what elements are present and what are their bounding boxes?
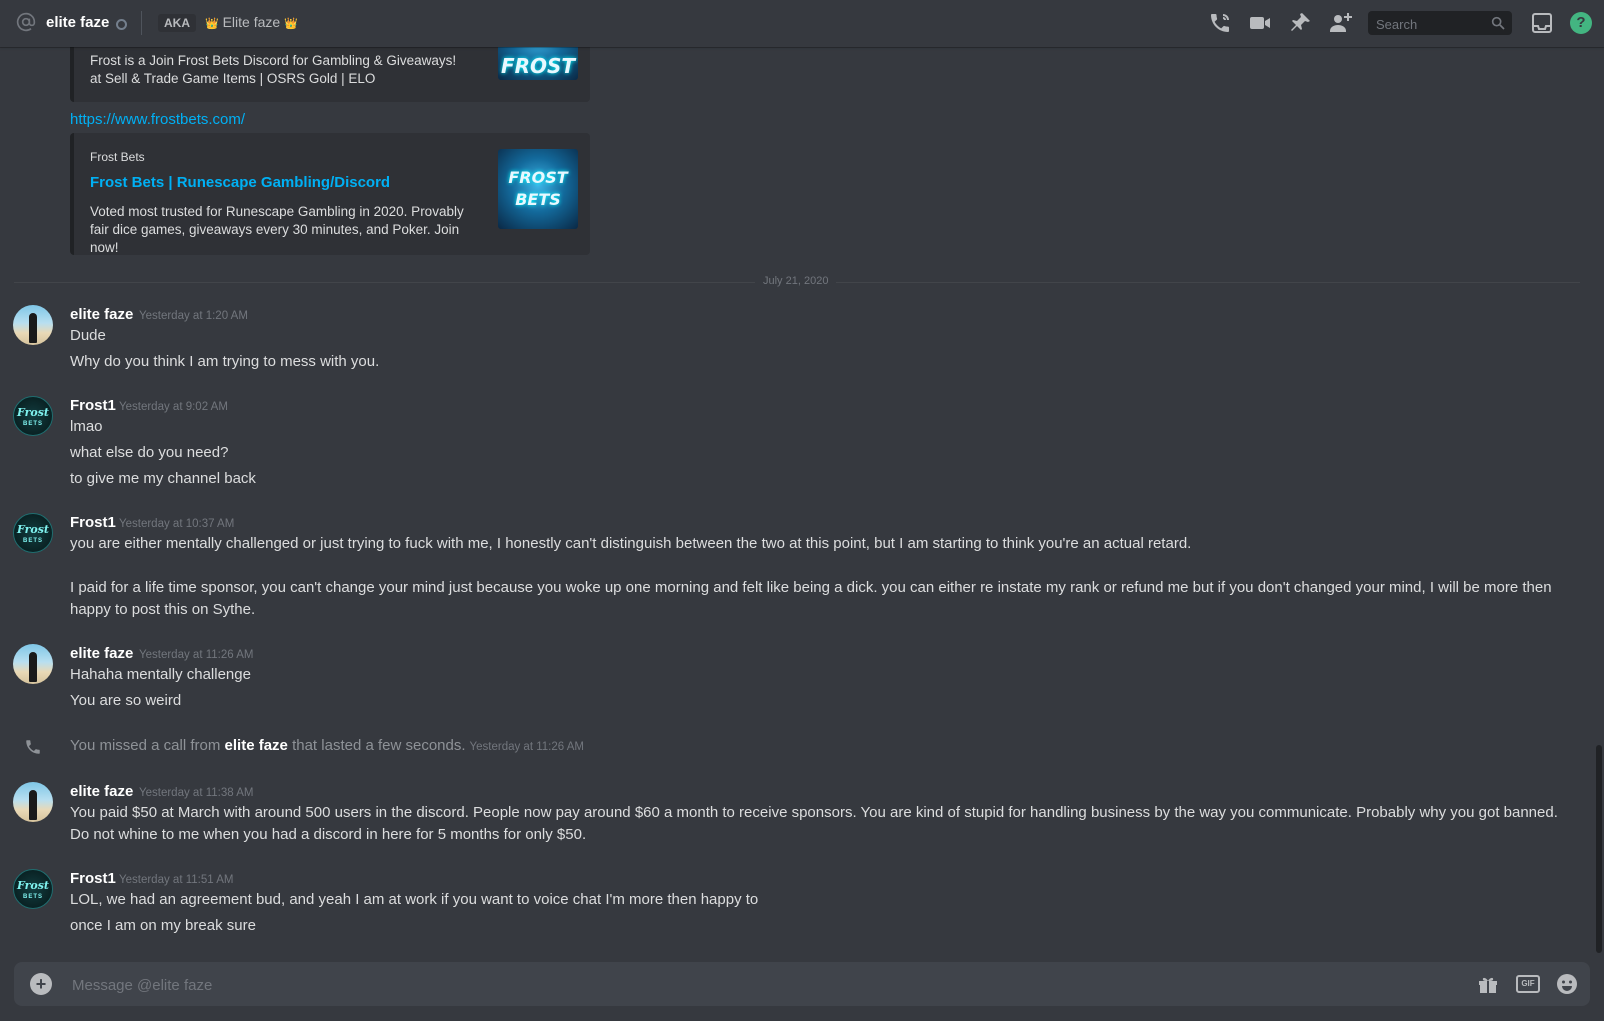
embed-thumbnail[interactable]: FROST BETS	[498, 149, 578, 229]
message-author[interactable]: elite faze	[70, 306, 133, 323]
scrollbar-thumb[interactable]	[1596, 745, 1602, 953]
inbox-icon[interactable]	[1530, 11, 1554, 35]
message-timestamp: Yesterday at 11:38 AM	[139, 787, 254, 799]
message-timestamp: Yesterday at 1:20 AM	[139, 310, 248, 322]
avatar-text: Frost	[16, 879, 50, 892]
offline-status-icon	[116, 19, 127, 30]
link-embed-frost: Frost is a Join Frost Bets Discord for G…	[70, 0, 590, 102]
frostbets-link[interactable]: https://www.frostbets.com/	[70, 111, 245, 128]
missed-call-icon	[26, 740, 40, 754]
thumbnail-text: FROST BETS	[508, 168, 568, 209]
date-divider-label: July 21, 2020	[755, 275, 837, 287]
missed-call-message: You missed a call from elite faze that l…	[70, 737, 584, 754]
message-timestamp: Yesterday at 11:26 AM	[139, 649, 254, 661]
crown-icon: 👑	[284, 18, 298, 30]
aka-badge[interactable]: AKA	[158, 14, 196, 32]
message-composer: + GIF	[14, 962, 1590, 1006]
message-text: once I am on my break sure	[70, 917, 256, 934]
nickname-list[interactable]: 👑 Elite faze 👑	[205, 14, 298, 30]
add-friends-to-dm-icon[interactable]	[1328, 11, 1352, 35]
avatar[interactable]: Frost BETS	[13, 513, 53, 553]
recipient-name: elite faze	[46, 14, 110, 31]
search-box[interactable]	[1368, 11, 1512, 35]
message-timestamp: Yesterday at 9:02 AM	[119, 401, 228, 413]
embed-description: Frost is a Join Frost Bets Discord for G…	[90, 53, 457, 86]
message-text: Why do you think I am trying to mess wit…	[70, 353, 380, 370]
emoji-picker-icon[interactable]	[1555, 972, 1579, 996]
help-icon[interactable]: ?	[1570, 12, 1592, 34]
channel-header: elite faze AKA 👑 Elite faze 👑 ?	[0, 0, 1604, 47]
thumbnail-text: FROST	[500, 54, 576, 78]
search-input[interactable]	[1374, 14, 1488, 34]
start-video-call-icon[interactable]	[1248, 11, 1272, 35]
message-text: You paid $50 at March with around 500 us…	[70, 804, 1558, 843]
search-icon	[1491, 16, 1505, 30]
message-timestamp: Yesterday at 10:37 AM	[119, 518, 235, 530]
avatar[interactable]	[13, 782, 53, 822]
avatar[interactable]	[13, 305, 53, 345]
message-text: what else do you need?	[70, 444, 229, 461]
avatar[interactable]: Frost BETS	[13, 396, 53, 436]
message-text: lmao	[70, 418, 103, 435]
header-divider	[141, 11, 142, 35]
call-suffix: that lasted a few seconds.	[292, 737, 466, 754]
start-voice-call-icon[interactable]	[1208, 11, 1232, 35]
message-text: Hahaha mentally challenge	[70, 666, 251, 683]
embed-provider[interactable]: Frost Bets	[90, 150, 145, 164]
embed-description: Voted most trusted for Runescape Gamblin…	[90, 204, 464, 255]
message-input[interactable]	[70, 973, 1474, 997]
message-text: You are so weird	[70, 692, 182, 709]
avatar-text: Frost	[16, 523, 50, 536]
avatar[interactable]	[13, 644, 53, 684]
message-author[interactable]: elite faze	[70, 783, 133, 800]
message-author[interactable]: Frost1	[70, 870, 116, 887]
crown-icon: 👑	[205, 18, 219, 30]
message-text: you are either mentally challenged or ju…	[70, 535, 1192, 552]
pinned-messages-icon[interactable]	[1288, 11, 1312, 35]
call-caller[interactable]: elite faze	[225, 737, 288, 754]
gif-picker-button[interactable]: GIF	[1516, 975, 1540, 993]
message-text: Dude	[70, 327, 106, 344]
gift-icon[interactable]	[1476, 972, 1500, 996]
message-timestamp: Yesterday at 11:51 AM	[119, 874, 234, 886]
at-sign-icon	[16, 12, 36, 32]
message-text: LOL, we had an agreement bud, and yeah I…	[70, 891, 759, 908]
call-prefix: You missed a call from	[70, 737, 221, 754]
avatar-text: Frost	[16, 406, 50, 419]
avatar-subtext: BETS	[22, 894, 43, 900]
message-author[interactable]: elite faze	[70, 645, 133, 662]
message-timestamp: Yesterday at 11:26 AM	[469, 741, 584, 753]
nickname-text: Elite faze	[222, 14, 281, 30]
message-author[interactable]: Frost1	[70, 514, 116, 531]
message-text: to give me my channel back	[70, 470, 256, 487]
avatar[interactable]: Frost BETS	[13, 869, 53, 909]
message-text: I paid for a life time sponsor, you can'…	[70, 579, 1552, 618]
avatar-subtext: BETS	[22, 421, 43, 427]
link-embed-frostbets: Frost Bets Frost Bets | Runescape Gambli…	[70, 133, 590, 255]
message-author[interactable]: Frost1	[70, 397, 116, 414]
avatar-subtext: BETS	[22, 538, 43, 544]
upload-plus-icon[interactable]: +	[30, 973, 52, 995]
embed-title-link[interactable]: Frost Bets | Runescape Gambling/Discord	[90, 174, 390, 191]
